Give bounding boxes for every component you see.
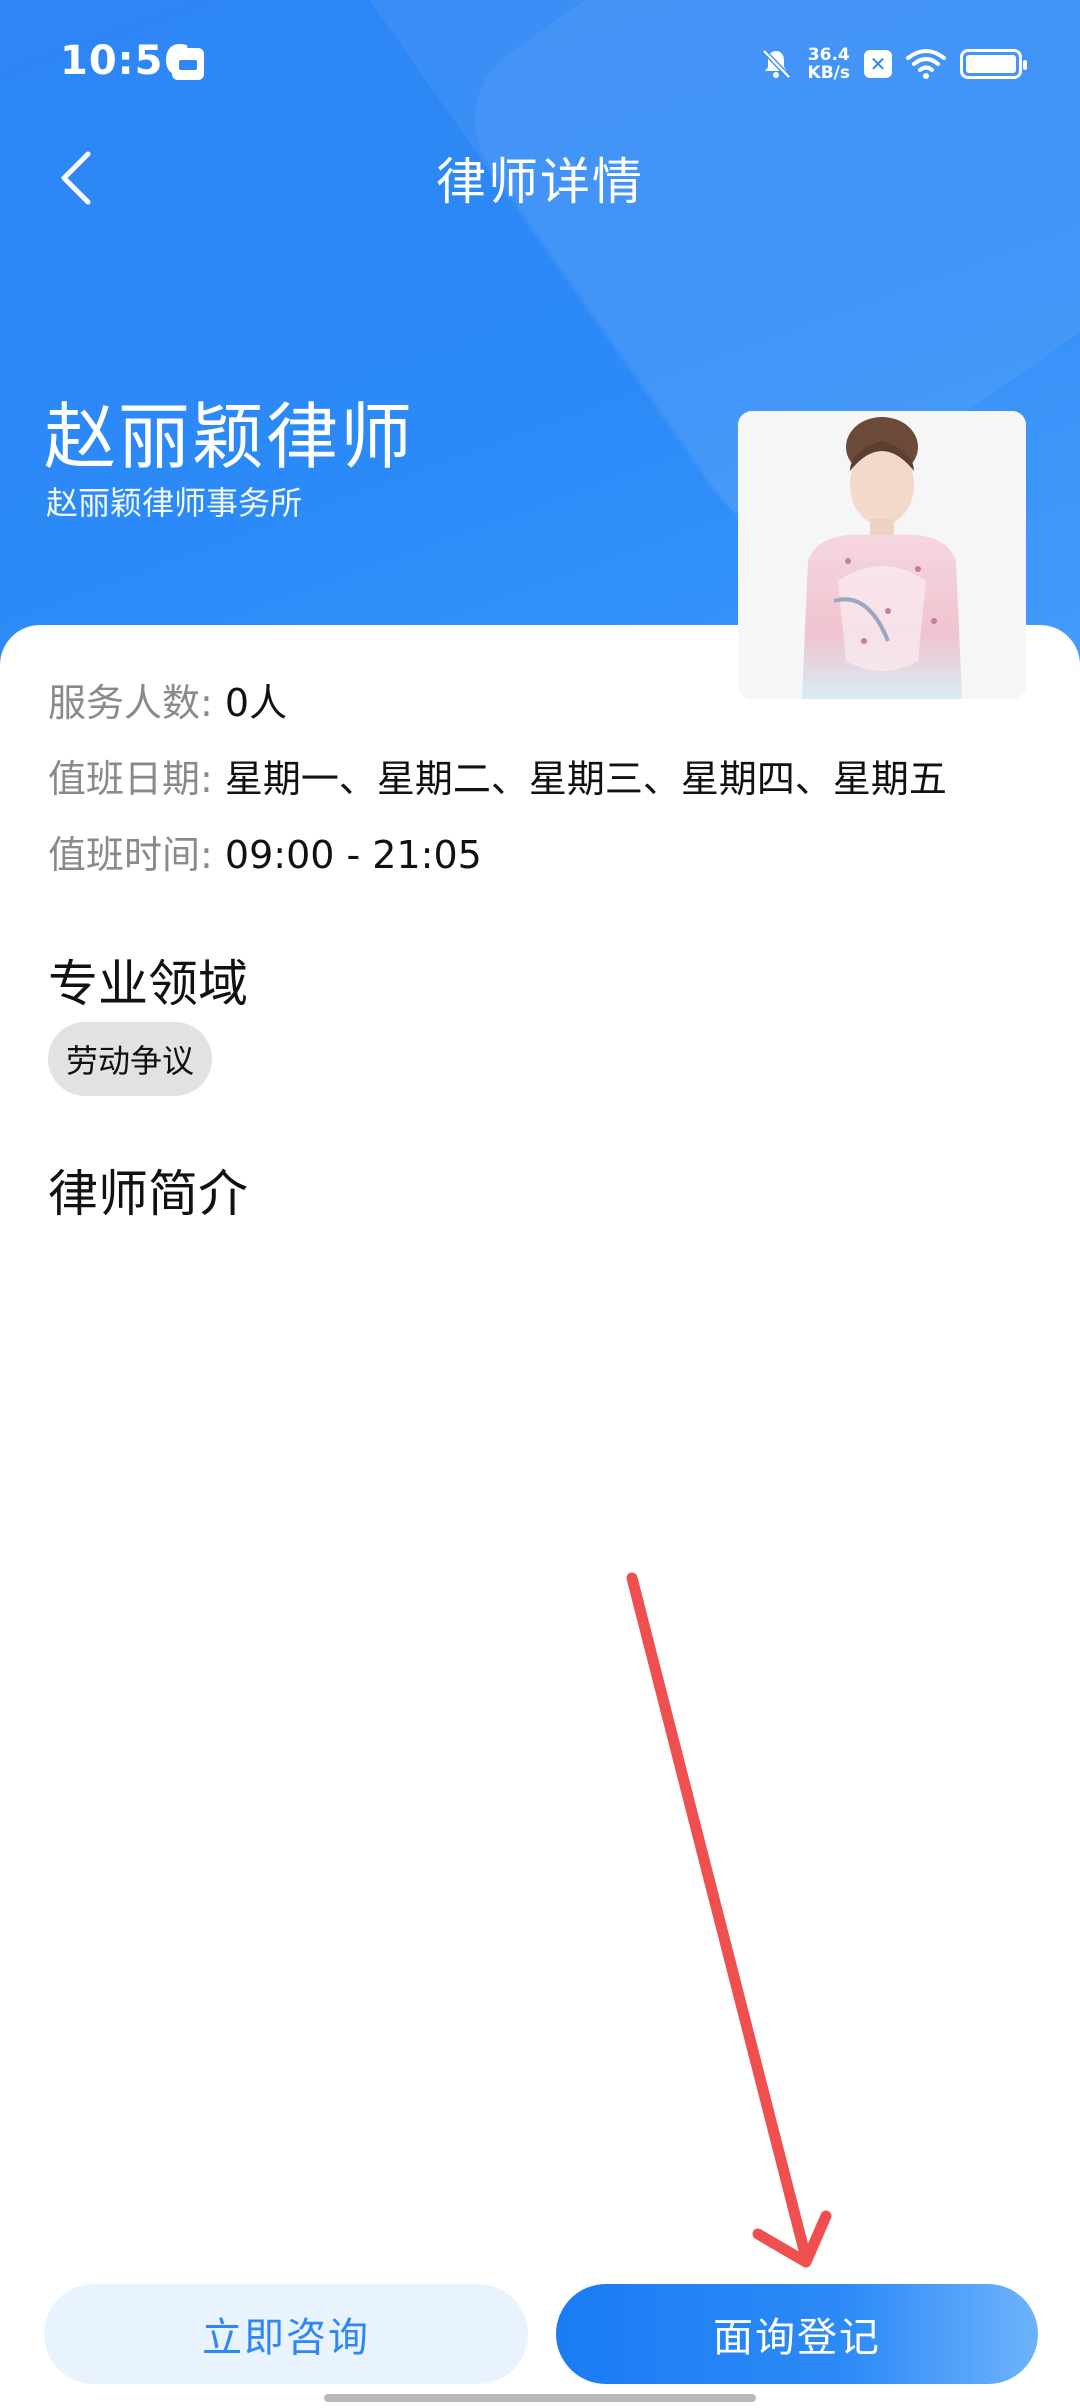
network-speed-unit: KB/s: [807, 63, 850, 83]
status-icons: 36.4 KB/s ✕: [758, 40, 1027, 88]
service-count-value: 0人: [224, 681, 288, 725]
network-speed: 36.4 KB/s: [808, 46, 850, 82]
lawyer-name: 赵丽颖律师: [44, 395, 415, 479]
nfc-icon: ✕: [864, 50, 892, 78]
lawyer-photo-image: [738, 411, 1026, 699]
home-indicator[interactable]: [324, 2394, 756, 2402]
wifi-icon: [906, 49, 946, 79]
mute-bell-icon: [761, 49, 791, 79]
expertise-tag: 劳动争议: [48, 1022, 213, 1096]
duty-time-value: 09:00 - 21:05: [224, 833, 482, 877]
service-count-row: 服务人数: 0人: [48, 672, 287, 727]
intro-title: 律师简介: [48, 1165, 248, 1223]
interview-register-button[interactable]: 面询登记: [556, 2284, 1038, 2384]
consult-now-button[interactable]: 立即咨询: [44, 2284, 528, 2384]
top-navigation: 律师详情: [0, 128, 1080, 228]
duty-time-label: 值班时间:: [48, 833, 213, 877]
app-notification-icon: [172, 48, 204, 80]
status-bar: 10:56 36.4 KB/s ✕: [0, 0, 1080, 128]
duty-days-value: 星期一、星期二、星期三、星期四、星期五: [224, 757, 947, 801]
lawyer-firm: 赵丽颖律师事务所: [46, 484, 303, 522]
detail-card: [0, 625, 1080, 2408]
duty-time-row: 值班时间: 09:00 - 21:05: [48, 824, 482, 879]
network-speed-value: 36.4: [807, 45, 850, 65]
duty-days-row: 值班日期: 星期一、星期二、星期三、星期四、星期五: [48, 748, 947, 803]
duty-days-label: 值班日期:: [48, 757, 213, 801]
page-title: 律师详情: [436, 153, 644, 211]
battery-icon: [960, 49, 1027, 79]
lawyer-photo: [738, 411, 1026, 699]
service-count-label: 服务人数:: [48, 681, 213, 725]
expertise-title: 专业领域: [48, 955, 248, 1013]
